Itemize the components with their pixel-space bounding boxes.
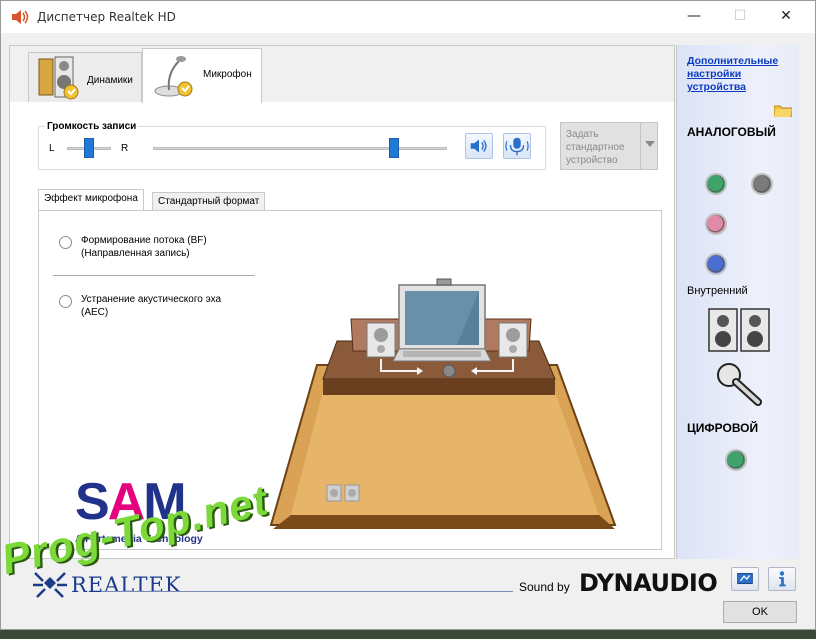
balance-left-label: L <box>49 143 55 154</box>
volume-slider-track[interactable] <box>153 147 447 150</box>
internal-section-label: Внутренний <box>687 285 748 297</box>
digital-section-title: ЦИФРОВОЙ <box>687 421 759 435</box>
aec-label-line2: (AEC) <box>81 307 109 318</box>
tab-default-format[interactable]: Стандартный формат <box>152 192 266 212</box>
microphone-boost-icon <box>505 137 529 156</box>
tab-microphone[interactable]: Микрофон <box>142 48 262 103</box>
connector-side-panel: Дополнительные настройки устройства АНАЛ… <box>676 45 799 559</box>
info-icon <box>779 571 786 587</box>
speaker-app-icon <box>12 10 29 24</box>
tab-mic-effect[interactable]: Эффект микрофона <box>38 189 144 211</box>
footer-divider <box>101 591 513 592</box>
digital-jack[interactable] <box>725 449 747 471</box>
tab-speakers[interactable]: Динамики <box>28 52 142 102</box>
speakers-icon <box>38 56 79 100</box>
set-default-device-label: Задать стандартное устройство <box>566 129 625 166</box>
volume-slider-thumb[interactable] <box>389 138 400 158</box>
folder-icon[interactable] <box>774 103 792 117</box>
beamforming-radio[interactable] <box>59 236 72 249</box>
monitor-settings-icon <box>737 573 753 585</box>
speaker-volume-icon <box>470 139 487 153</box>
minimize-button[interactable]: — <box>671 1 717 31</box>
recording-volume-title: Громкость записи <box>45 121 139 132</box>
internal-microphone-icon[interactable] <box>715 361 765 407</box>
analog-jack-pink[interactable] <box>705 213 727 235</box>
advanced-device-settings-link[interactable]: Дополнительные настройки устройства <box>687 55 795 94</box>
dynaudio-logo: DYNAUDIO <box>579 569 718 597</box>
info-button[interactable] <box>768 567 796 591</box>
aec-label: Устранение акустического эха (AEC) <box>81 293 221 319</box>
analog-section-title: АНАЛОГОВЫЙ <box>687 125 776 139</box>
beamforming-label-line1: Формирование потока (BF) <box>81 235 207 246</box>
main-panel: Динамики Микрофон Громкость записи L R З… <box>9 45 675 559</box>
set-default-device-button[interactable]: Задать стандартное устройство <box>560 122 658 170</box>
window-title: Диспетчер Realtek HD <box>37 10 176 24</box>
tab-microphone-label: Микрофон <box>203 69 252 80</box>
microphone-icon <box>154 56 193 97</box>
mute-button[interactable] <box>465 133 493 159</box>
ok-button[interactable]: OK <box>723 601 797 623</box>
beamforming-label-line2: (Направленная запись) <box>81 248 190 259</box>
analog-jack-blue[interactable] <box>705 253 727 275</box>
analog-jack-gray[interactable] <box>751 173 773 195</box>
title-bar: Диспетчер Realtek HD — ☐ ✕ <box>1 1 815 33</box>
aec-label-line1: Устранение акустического эха <box>81 294 222 305</box>
recording-volume-group: Громкость записи L R <box>38 121 546 170</box>
chevron-down-icon[interactable] <box>640 123 657 169</box>
close-button[interactable]: ✕ <box>763 1 809 31</box>
sound-by-label: Sound by <box>519 580 570 594</box>
mic-effect-panel: Формирование потока (BF) (Направленная з… <box>38 210 662 550</box>
laptop-scene-illustration <box>269 278 617 529</box>
balance-right-label: R <box>121 143 129 154</box>
beamforming-label: Формирование потока (BF) (Направленная з… <box>81 234 207 260</box>
tab-speakers-label: Динамики <box>87 75 133 86</box>
device-tab-strip: Динамики Микрофон <box>10 46 674 103</box>
settings-button[interactable] <box>731 567 759 591</box>
realtek-brand-text: REALTEK <box>71 573 182 597</box>
aec-radio[interactable] <box>59 295 72 308</box>
balance-slider-thumb[interactable] <box>84 138 94 158</box>
effects-separator <box>53 275 255 276</box>
analog-jack-green[interactable] <box>705 173 727 195</box>
mic-boost-button[interactable] <box>503 133 531 159</box>
internal-speakers-icon[interactable] <box>707 307 771 353</box>
maximize-button[interactable]: ☐ <box>717 1 763 31</box>
